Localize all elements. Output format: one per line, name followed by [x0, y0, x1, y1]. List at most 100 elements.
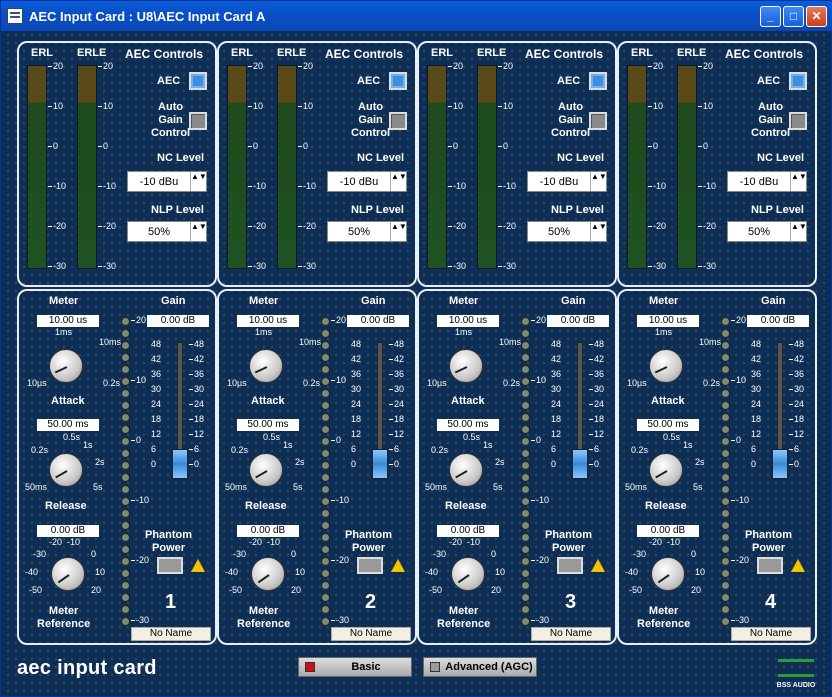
- app-window: AEC Input Card : U8\AEC Input Card A _ □…: [0, 0, 832, 697]
- erl-scale-tick: -10: [648, 181, 666, 191]
- minimize-button[interactable]: _: [760, 6, 781, 27]
- aec-toggle-button[interactable]: [389, 72, 407, 90]
- meter-time-value[interactable]: 10.00 us: [37, 315, 99, 327]
- meter-reference-knob[interactable]: [451, 557, 485, 591]
- fader-scale-left: 0: [151, 459, 157, 469]
- gain-fader-handle[interactable]: [772, 449, 788, 479]
- release-tick-label: 50ms: [625, 482, 648, 492]
- release-value[interactable]: 50.00 ms: [637, 419, 699, 431]
- gain-value[interactable]: 0.00 dB: [747, 315, 809, 327]
- erl-scale-tick: -30: [448, 261, 466, 271]
- meter-time-value[interactable]: 10.00 us: [437, 315, 499, 327]
- level-led: [521, 617, 530, 626]
- spinner-arrows[interactable]: ▲▼: [390, 222, 407, 241]
- meter-time-value[interactable]: 10.00 us: [637, 315, 699, 327]
- meter-reference-knob[interactable]: [51, 557, 85, 591]
- release-knob[interactable]: [449, 453, 483, 487]
- aec-toggle-button[interactable]: [789, 72, 807, 90]
- nlp-level-value: 50%: [747, 225, 771, 238]
- agc-toggle-button[interactable]: [189, 112, 207, 130]
- spinner-arrows[interactable]: ▲▼: [790, 172, 807, 191]
- aec-panel-2: [217, 41, 417, 287]
- erle-scale-tick: -10: [698, 181, 716, 191]
- gain-value[interactable]: 0.00 dB: [547, 315, 609, 327]
- attack-knob[interactable]: [249, 349, 283, 383]
- attack-knob[interactable]: [649, 349, 683, 383]
- reference-tick-label: -30: [233, 549, 247, 559]
- basic-mode-button[interactable]: Basic: [298, 657, 412, 677]
- phantom-power-toggle[interactable]: [157, 557, 183, 574]
- channel-name-field[interactable]: No Name: [131, 627, 211, 641]
- meter-reference-value[interactable]: 0.00 dB: [37, 525, 99, 537]
- level-led: [521, 521, 530, 530]
- release-value[interactable]: 50.00 ms: [437, 419, 499, 431]
- attack-knob[interactable]: [449, 349, 483, 383]
- channel-name-field[interactable]: No Name: [731, 627, 811, 641]
- agc-toggle-button[interactable]: [389, 112, 407, 130]
- gain-value[interactable]: 0.00 dB: [347, 315, 409, 327]
- release-knob[interactable]: [649, 453, 683, 487]
- phantom-power-toggle[interactable]: [357, 557, 383, 574]
- gain-value[interactable]: 0.00 dB: [147, 315, 209, 327]
- gain-fader-handle[interactable]: [372, 449, 388, 479]
- phantom-power-toggle[interactable]: [557, 557, 583, 574]
- spinner-arrows[interactable]: ▲▼: [790, 222, 807, 241]
- nc-level-spinner[interactable]: -10 dBu ▲▼: [727, 171, 807, 192]
- level-led: [121, 533, 130, 542]
- level-led: [321, 593, 330, 602]
- level-led: [521, 593, 530, 602]
- fader-scale-left: 0: [351, 459, 357, 469]
- nc-level-spinner[interactable]: -10 dBu ▲▼: [327, 171, 407, 192]
- led-scale-tick: 0: [331, 435, 341, 445]
- aec-toggle-button[interactable]: [189, 72, 207, 90]
- level-led: [521, 461, 530, 470]
- fader-scale-right: 6: [189, 444, 199, 454]
- meter-time-value[interactable]: 10.00 us: [237, 315, 299, 327]
- spinner-arrows[interactable]: ▲▼: [390, 172, 407, 191]
- nlp-level-spinner[interactable]: 50% ▲▼: [727, 221, 807, 242]
- release-knob[interactable]: [249, 453, 283, 487]
- agc-toggle-button[interactable]: [789, 112, 807, 130]
- fader-scale-left: 12: [151, 429, 162, 439]
- release-value[interactable]: 50.00 ms: [37, 419, 99, 431]
- title-bar[interactable]: AEC Input Card : U8\AEC Input Card A _ □…: [1, 1, 832, 31]
- phantom-power-toggle[interactable]: [757, 557, 783, 574]
- channel-name-field[interactable]: No Name: [331, 627, 411, 641]
- close-button[interactable]: ✕: [806, 6, 827, 27]
- led-scale-tick: 20: [131, 315, 146, 325]
- spinner-arrows[interactable]: ▲▼: [590, 222, 607, 241]
- aec-toggle-button[interactable]: [589, 72, 607, 90]
- release-label: Release: [445, 500, 487, 512]
- nc-level-label: NC Level: [157, 152, 205, 164]
- maximize-button[interactable]: □: [783, 6, 804, 27]
- release-value[interactable]: 50.00 ms: [237, 419, 299, 431]
- fader-scale-left: 42: [351, 354, 362, 364]
- attack-tick-label: 10µs: [627, 378, 647, 388]
- nlp-level-spinner[interactable]: 50% ▲▼: [127, 221, 207, 242]
- spinner-arrows[interactable]: ▲▼: [590, 172, 607, 191]
- level-led: [721, 497, 730, 506]
- gain-fader-handle[interactable]: [572, 449, 588, 479]
- spinner-arrows[interactable]: ▲▼: [190, 172, 207, 191]
- attack-knob[interactable]: [49, 349, 83, 383]
- agc-toggle-button[interactable]: [589, 112, 607, 130]
- nc-level-spinner[interactable]: -10 dBu ▲▼: [527, 171, 607, 192]
- release-knob[interactable]: [49, 453, 83, 487]
- spinner-arrows[interactable]: ▲▼: [190, 222, 207, 241]
- app-icon[interactable]: [7, 8, 23, 24]
- erle-scale-tick: 10: [98, 101, 113, 111]
- meter-reference-value[interactable]: 0.00 dB: [437, 525, 499, 537]
- channel-name-field[interactable]: No Name: [531, 627, 611, 641]
- meter-reference-value[interactable]: 0.00 dB: [637, 525, 699, 537]
- erl-meter: [227, 65, 247, 269]
- meter-reference-knob[interactable]: [251, 557, 285, 591]
- nlp-level-spinner[interactable]: 50% ▲▼: [527, 221, 607, 242]
- level-led: [121, 485, 130, 494]
- nc-level-spinner[interactable]: -10 dBu ▲▼: [127, 171, 207, 192]
- gain-fader-handle[interactable]: [172, 449, 188, 479]
- fader-scale-left: 24: [151, 399, 162, 409]
- meter-reference-value[interactable]: 0.00 dB: [237, 525, 299, 537]
- advanced-mode-button[interactable]: Advanced (AGC): [423, 657, 537, 677]
- meter-reference-knob[interactable]: [651, 557, 685, 591]
- nlp-level-spinner[interactable]: 50% ▲▼: [327, 221, 407, 242]
